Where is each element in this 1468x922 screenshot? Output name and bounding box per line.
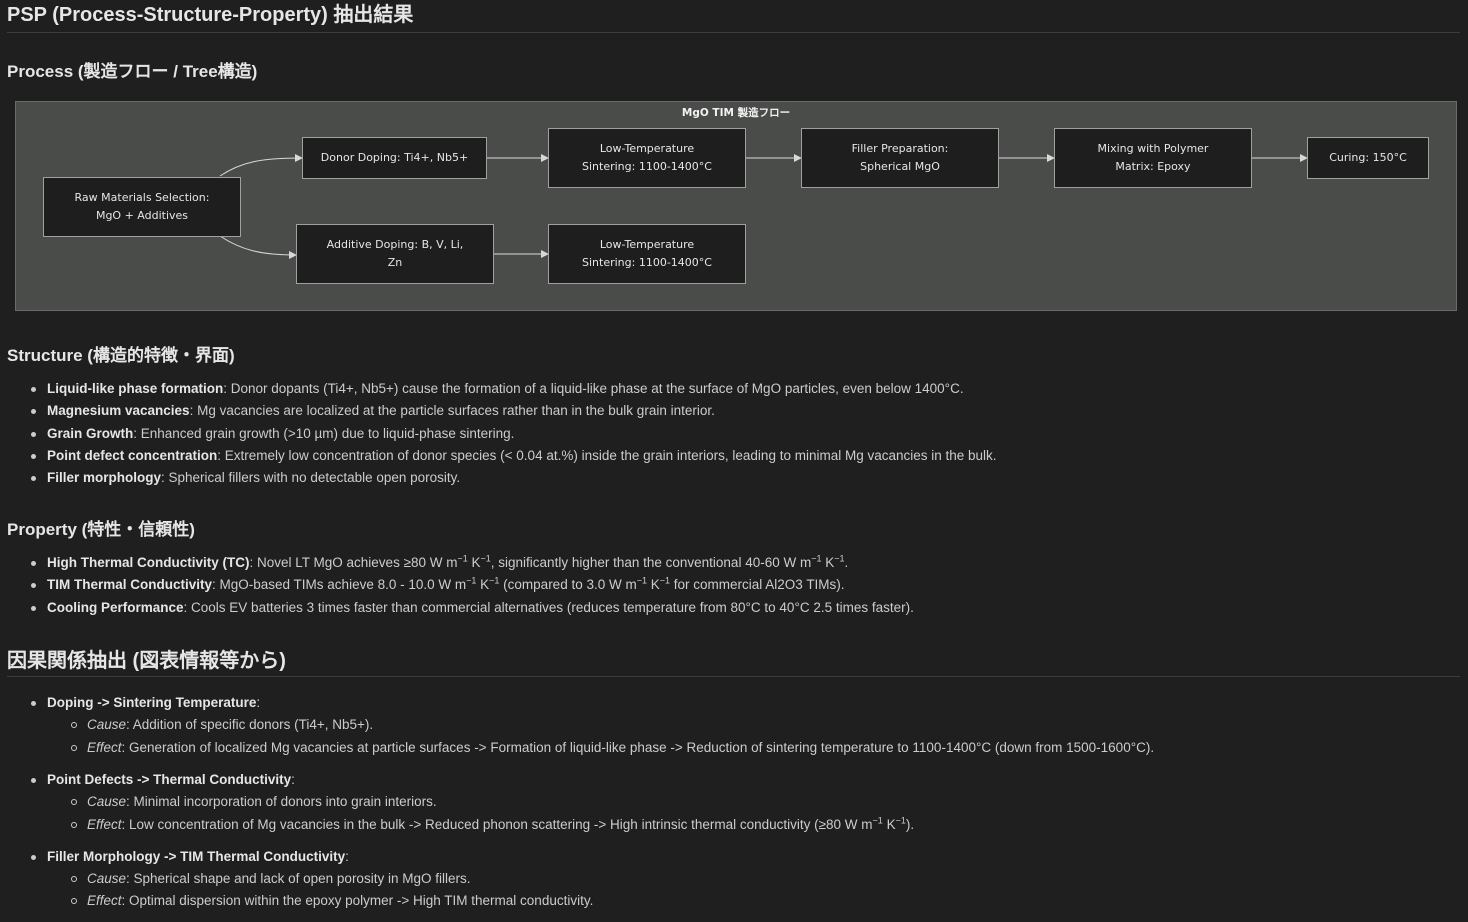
causal-heading: 因果関係抽出 (図表情報等から) — [7, 644, 1460, 677]
node-raw-materials: Raw Materials Selection: MgO + Additives — [43, 177, 241, 237]
effect-item: Effect: Optimal dispersion within the ep… — [71, 890, 1447, 913]
list-item: Magnesium vacancies: Mg vacancies are lo… — [31, 400, 1447, 422]
list-item: Point Defects -> Thermal Conductivity: C… — [31, 769, 1447, 836]
list-item: Filler Morphology -> TIM Thermal Conduct… — [31, 846, 1447, 913]
sub-list: Cause: Addition of specific donors (Ti4+… — [47, 714, 1447, 759]
node-sintering-1: Low-Temperature Sintering: 1100-1400°C — [548, 128, 746, 188]
list-item: Filler morphology: Spherical fillers wit… — [31, 467, 1447, 489]
property-list: High Thermal Conductivity (TC): Novel LT… — [7, 552, 1447, 619]
node-mixing-polymer: Mixing with Polymer Matrix: Epoxy — [1054, 128, 1252, 188]
list-item: Cooling Performance: Cools EV batteries … — [31, 597, 1447, 619]
document: PSP (Process-Structure-Property) 抽出結果 Pr… — [7, 0, 1460, 81]
property-heading: Property (特性・信頼性) — [7, 520, 195, 539]
list-item: Liquid-like phase formation: Donor dopan… — [31, 378, 1447, 400]
list-item: High Thermal Conductivity (TC): Novel LT… — [31, 552, 1447, 574]
node-curing: Curing: 150°C — [1307, 137, 1429, 179]
process-heading: Process (製造フロー / Tree構造) — [7, 62, 258, 81]
causal-list: Doping -> Sintering Temperature: Cause: … — [7, 692, 1447, 922]
list-item: TIM Thermal Conductivity: MgO-based TIMs… — [31, 574, 1447, 596]
effect-item: Effect: Low concentration of Mg vacancie… — [71, 814, 1447, 837]
effect-item: Effect: Generation of localized Mg vacan… — [71, 737, 1447, 760]
sub-list: Cause: Spherical shape and lack of open … — [47, 868, 1447, 913]
node-filler-preparation: Filler Preparation: Spherical MgO — [801, 128, 999, 188]
cause-item: Cause: Spherical shape and lack of open … — [71, 868, 1447, 891]
list-item: Grain Growth: Enhanced grain growth (>10… — [31, 423, 1447, 445]
structure-list: Liquid-like phase formation: Donor dopan… — [7, 378, 1447, 489]
process-flow-diagram: MgO TIM 製造フロー Raw Materials Selection: M… — [15, 101, 1457, 311]
edge-raw-donor — [219, 154, 303, 177]
node-sintering-2: Low-Temperature Sintering: 1100-1400°C — [548, 224, 746, 284]
page-title: PSP (Process-Structure-Property) 抽出結果 — [7, 0, 1460, 33]
sub-list: Cause: Minimal incorporation of donors i… — [47, 791, 1447, 836]
cause-item: Cause: Minimal incorporation of donors i… — [71, 791, 1447, 814]
node-donor-doping: Donor Doping: Ti4+, Nb5+ — [302, 137, 487, 179]
structure-heading: Structure (構造的特徴・界面) — [7, 346, 235, 365]
list-item: Doping -> Sintering Temperature: Cause: … — [31, 692, 1447, 759]
edge-raw-additive — [219, 235, 297, 259]
list-item: Point defect concentration: Extremely lo… — [31, 445, 1447, 467]
cause-item: Cause: Addition of specific donors (Ti4+… — [71, 714, 1447, 737]
node-additive-doping: Additive Doping: B, V, Li, Zn — [296, 224, 494, 284]
